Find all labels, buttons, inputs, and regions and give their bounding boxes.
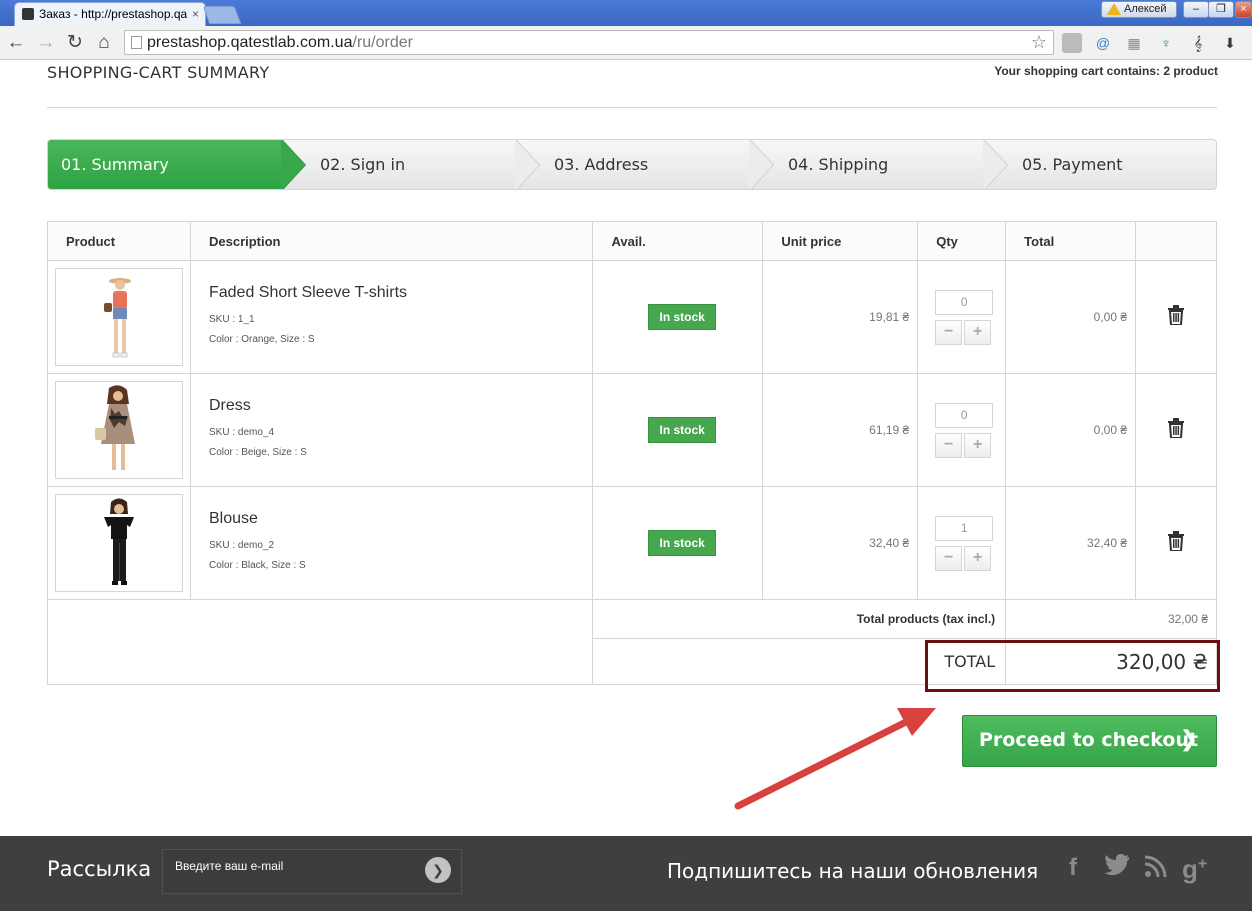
warning-icon xyxy=(1107,3,1121,15)
extension-at-icon[interactable]: @ xyxy=(1093,33,1113,53)
close-window-button[interactable]: × xyxy=(1235,1,1252,18)
close-tab-icon[interactable]: × xyxy=(192,3,199,25)
back-arrow-icon[interactable]: ← xyxy=(4,31,28,55)
favicon-icon xyxy=(22,8,34,20)
forward-arrow-icon[interactable]: → xyxy=(34,31,58,55)
home-icon[interactable]: ⌂ xyxy=(92,31,116,55)
reload-icon[interactable]: ↻ xyxy=(63,31,87,55)
new-tab-button[interactable] xyxy=(202,6,242,24)
tab-title: Заказ - http://prestashop.qa xyxy=(39,7,188,21)
newsletter-email-input[interactable]: Введите ваш e-mail xyxy=(162,849,462,894)
facebook-icon[interactable]: f xyxy=(1069,854,1077,882)
url-host: prestashop.qatestlab.com.ua xyxy=(147,34,353,51)
browser-tab[interactable]: Заказ - http://prestashop.qa × xyxy=(14,2,206,26)
twitter-icon[interactable] xyxy=(1104,853,1130,883)
profile-badge[interactable]: Алексей xyxy=(1101,1,1177,18)
bookmark-star-icon[interactable]: ☆ xyxy=(1031,31,1047,54)
google-plus-icon[interactable]: g+ xyxy=(1182,854,1207,885)
page-icon xyxy=(131,36,142,49)
newsletter-submit-button[interactable]: ❯ xyxy=(425,857,451,883)
rss-icon[interactable] xyxy=(1144,854,1168,885)
maximize-button[interactable]: ❐ xyxy=(1208,1,1234,18)
extension-table-icon[interactable]: ▦ xyxy=(1124,33,1144,53)
browser-toolbar: ← → ↻ ⌂ prestashop.qatestlab.com.ua/ru/o… xyxy=(0,26,1252,60)
footer: Рассылка Введите ваш e-mail ❯ Подпишитес… xyxy=(0,836,1252,911)
extension-gray-icon[interactable] xyxy=(1062,33,1082,53)
extension-music-icon[interactable]: 𝄞 xyxy=(1188,33,1208,53)
follow-us-title: Подпишитесь на наши обновления xyxy=(667,859,1039,883)
extension-bird-icon[interactable]: ♆ xyxy=(1156,33,1176,53)
page-content: Shopping-cart summary Your shopping cart… xyxy=(0,60,1252,911)
address-bar[interactable]: prestashop.qatestlab.com.ua/ru/order ☆ xyxy=(124,30,1054,55)
download-icon[interactable]: ⬇ xyxy=(1220,33,1240,53)
twitter-bird-icon xyxy=(1104,853,1129,876)
newsletter-title: Рассылка xyxy=(47,857,152,881)
annotation-arrow xyxy=(734,708,936,810)
url-path: /ru/order xyxy=(352,34,413,51)
rss-feed-icon xyxy=(1144,855,1167,878)
profile-name: Алексей xyxy=(1124,3,1167,15)
browser-titlebar: Заказ - http://prestashop.qa × Алексей –… xyxy=(0,0,1252,26)
minimize-button[interactable]: – xyxy=(1183,1,1209,18)
